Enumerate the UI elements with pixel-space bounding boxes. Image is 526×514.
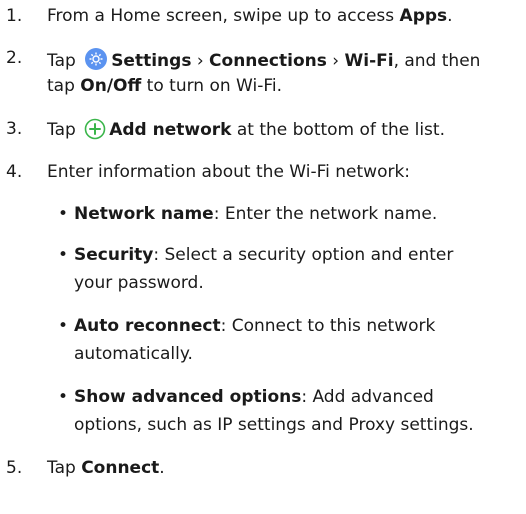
- text: to turn on Wi-Fi.: [141, 76, 283, 96]
- text: automatically.: [74, 344, 193, 364]
- step-text: Enter information about the Wi-Fi networ…: [47, 161, 410, 183]
- bullet-text: options, such as IP settings and Proxy s…: [74, 414, 474, 436]
- bold-term: Security: [74, 245, 154, 265]
- bullet-text: Security: Select a security option and e…: [74, 244, 453, 266]
- bullet-text: Network name: Enter the network name.: [74, 203, 437, 225]
- step-number: 1.: [6, 6, 23, 26]
- step-text: From a Home screen, swipe up to access A…: [47, 5, 453, 27]
- text: at the bottom of the list.: [231, 120, 445, 140]
- bold-term: Wi-Fi: [344, 51, 394, 71]
- bold-term: Add network: [109, 120, 232, 140]
- text: tap: [47, 76, 81, 96]
- bullet-text: Show advanced options: Add advanced: [74, 386, 434, 408]
- bullet-marker: •: [58, 204, 69, 224]
- text: Tap: [47, 120, 82, 140]
- bold-term: Connect: [81, 458, 160, 478]
- step-number: 4.: [6, 162, 23, 182]
- bold-term: Show advanced options: [74, 387, 302, 407]
- text: .: [159, 458, 165, 478]
- text: Tap: [47, 458, 82, 478]
- bold-term: Apps: [399, 6, 448, 26]
- text: : Connect to this network: [220, 316, 436, 336]
- bullet-marker: •: [58, 245, 69, 265]
- step-number: 2.: [6, 48, 23, 68]
- step-text: Tap Connect.: [47, 457, 165, 479]
- text: : Select a security option and enter: [153, 245, 454, 265]
- bold-term: Auto reconnect: [74, 316, 221, 336]
- step-text: tap On/Off to turn on Wi-Fi.: [47, 75, 282, 97]
- text: From a Home screen, swipe up to access: [47, 6, 400, 26]
- bold-term: On/Off: [80, 76, 142, 96]
- separator: ›: [191, 51, 210, 71]
- bold-term: Network name: [74, 204, 214, 224]
- step-text: Tap Settings › Connections › Wi-Fi, and …: [47, 47, 480, 77]
- text: , and then: [393, 51, 481, 71]
- bullet-text: your password.: [74, 272, 204, 294]
- text: .: [447, 6, 453, 26]
- bullet-marker: •: [58, 316, 69, 336]
- text: : Enter the network name.: [213, 204, 438, 224]
- step-number: 3.: [6, 119, 23, 139]
- bullet-text: Auto reconnect: Connect to this network: [74, 315, 435, 337]
- text: your password.: [74, 273, 204, 293]
- text: : Add advanced: [301, 387, 434, 407]
- bold-term: Settings: [111, 51, 192, 71]
- bullet-text: automatically.: [74, 343, 193, 365]
- step-number: 5.: [6, 458, 23, 478]
- bullet-marker: •: [58, 387, 69, 407]
- bold-term: Connections: [209, 51, 327, 71]
- add-icon: [84, 118, 106, 146]
- text: Enter information about the Wi-Fi networ…: [47, 162, 411, 182]
- text: options, such as IP settings and Proxy s…: [74, 415, 474, 435]
- separator: ›: [326, 51, 345, 71]
- text: Tap: [47, 51, 82, 71]
- step-text: Tap Add network at the bottom of the lis…: [47, 118, 445, 146]
- settings-icon: [84, 47, 108, 77]
